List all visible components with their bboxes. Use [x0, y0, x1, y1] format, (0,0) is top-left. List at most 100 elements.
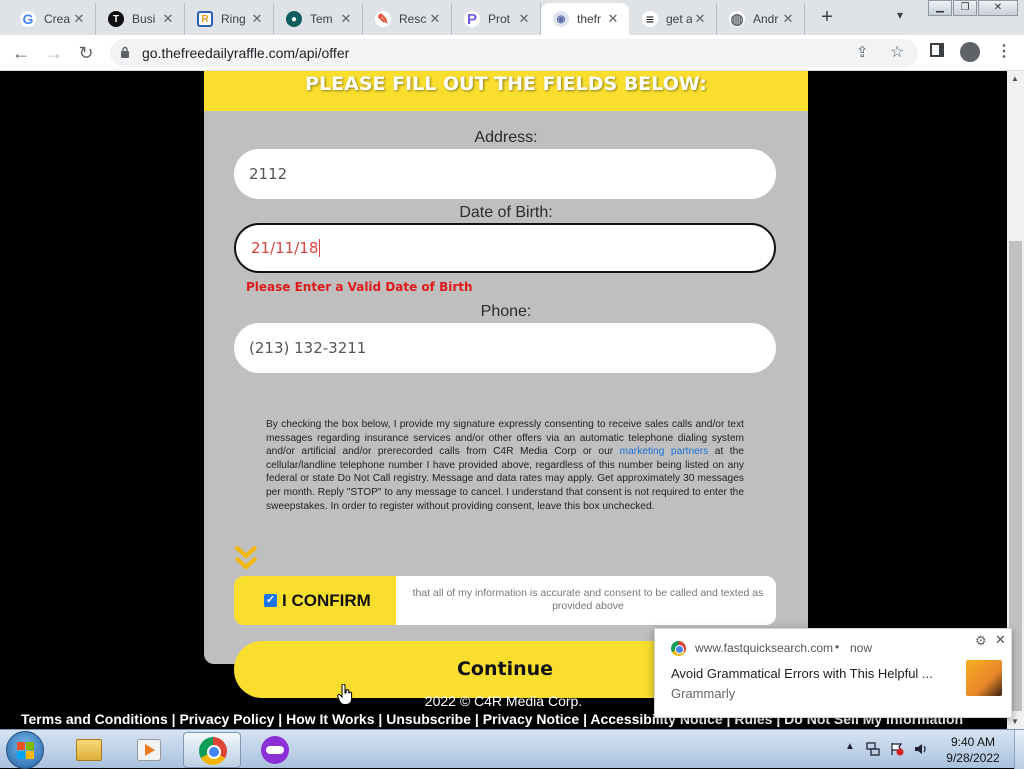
tab-title: Andr: [753, 12, 779, 26]
pen-icon: ✎: [375, 11, 391, 27]
tab-close-icon[interactable]: ✕: [780, 11, 796, 27]
start-button[interactable]: [6, 731, 44, 769]
phone-input[interactable]: (213) 132-3211: [234, 323, 776, 373]
tab-close-icon[interactable]: ✕: [605, 11, 621, 27]
confirm-checkbox-area[interactable]: ✓ I CONFIRM: [234, 576, 396, 625]
google-icon: G: [20, 11, 36, 27]
notification-thumbnail: [966, 660, 1002, 696]
tray-expand-icon[interactable]: ▲: [845, 741, 855, 752]
scroll-up-arrow-icon[interactable]: ▲: [1011, 74, 1019, 83]
consent-disclaimer: By checking the box below, I provide my …: [266, 418, 744, 513]
dob-input[interactable]: 21/11/18: [234, 223, 776, 273]
address-input[interactable]: 2112: [234, 149, 776, 199]
double-chevron-down-icon: [234, 545, 258, 570]
windows-taskbar: ▲ 9:40 AM 9/28/2022: [0, 729, 1024, 769]
address-label: Address:: [474, 129, 538, 146]
system-clock[interactable]: 9:40 AM 9/28/2022: [938, 734, 1008, 766]
restore-button[interactable]: ❐: [953, 0, 977, 16]
hand-cursor-icon: [337, 684, 353, 705]
folder-icon: [76, 739, 102, 761]
tab-close-icon[interactable]: ✕: [71, 11, 87, 27]
template-icon: ●: [286, 11, 302, 27]
tab-2[interactable]: R Ring ✕: [185, 3, 274, 35]
tab-0[interactable]: G Crea ✕: [8, 3, 96, 35]
speaker-icon[interactable]: [914, 742, 928, 756]
p-logo-icon: P: [464, 11, 480, 28]
t-logo-icon: T: [108, 11, 124, 27]
clock-time: 9:40 AM: [950, 735, 996, 749]
minimize-button[interactable]: ▁: [928, 0, 952, 16]
side-panel-icon[interactable]: [930, 43, 944, 57]
tab-close-icon[interactable]: ✕: [160, 11, 176, 27]
taskbar-explorer[interactable]: [60, 732, 118, 768]
form-panel: Address: 2112 Date of Birth: 21/11/18 Pl…: [204, 111, 808, 698]
form-header-title: PLEASE FILL OUT THE FIELDS BELOW:: [305, 73, 707, 95]
confirm-description: that all of my information is accurate a…: [412, 587, 764, 612]
clock-date: 9/28/2022: [946, 751, 1000, 765]
confirm-label[interactable]: I CONFIRM: [282, 591, 371, 611]
notification-time: now: [850, 641, 873, 655]
tab-title: Ring: [221, 12, 246, 26]
chrome-icon: [671, 641, 686, 656]
notification-title: Avoid Grammatical Errors with This Helpf…: [671, 666, 933, 681]
tab-5[interactable]: P Prot ✕: [452, 3, 541, 35]
form-header: PLEASE FILL OUT THE FIELDS BELOW:: [204, 71, 808, 111]
globe-icon: ◍: [729, 11, 745, 28]
notification-separator: •: [835, 640, 840, 654]
taskbar-vpn-app[interactable]: [246, 732, 304, 768]
back-button[interactable]: ←: [9, 41, 33, 65]
taskbar-media-player[interactable]: [120, 732, 178, 768]
network-icon[interactable]: [866, 742, 880, 756]
tab-6-active[interactable]: ◉ thefr ✕: [541, 3, 629, 35]
forward-button[interactable]: →: [42, 41, 66, 65]
raffle-site-icon: ◉: [553, 11, 569, 27]
reload-button[interactable]: ↻: [74, 41, 98, 65]
new-tab-button[interactable]: +: [816, 6, 838, 29]
address-value: 2112: [249, 165, 288, 183]
mask-app-icon: [261, 736, 289, 764]
bookmark-star-icon[interactable]: ☆: [890, 42, 904, 62]
tab-close-icon[interactable]: ✕: [692, 11, 708, 27]
share-icon[interactable]: ⇪: [856, 43, 869, 61]
tab-title: Crea: [44, 12, 71, 26]
dob-label: Date of Birth:: [459, 204, 553, 221]
tab-title: get a: [666, 12, 692, 26]
flag-alert-icon[interactable]: [890, 742, 904, 756]
profile-avatar-icon[interactable]: [960, 42, 980, 62]
kebab-menu-icon[interactable]: ⋮: [996, 41, 1012, 61]
confirm-checkbox[interactable]: ✓: [264, 594, 277, 607]
lock-icon[interactable]: [120, 46, 130, 58]
tab-close-icon[interactable]: ✕: [516, 11, 532, 27]
taskbar-chrome[interactable]: [183, 732, 241, 768]
browser-toolbar: ← → ↻ go.thefreedailyraffle.com/api/offe…: [0, 35, 1024, 71]
media-player-icon: [137, 739, 161, 761]
dob-value: 21/11/18: [251, 239, 319, 257]
e-logo-icon: ≡: [642, 11, 658, 27]
dob-error-message: Please Enter a Valid Date of Birth: [246, 280, 473, 294]
tab-title: Resc: [399, 12, 427, 26]
close-icon[interactable]: ✕: [995, 632, 1006, 648]
tab-1[interactable]: T Busi ✕: [96, 3, 185, 35]
url-text[interactable]: go.thefreedailyraffle.com/api/offer: [142, 45, 349, 61]
gear-icon[interactable]: ⚙: [975, 633, 987, 649]
address-bar[interactable]: go.thefreedailyraffle.com/api/offer ⇪ ☆: [110, 39, 918, 67]
tab-3[interactable]: ● Tem ✕: [274, 3, 363, 35]
chrome-notification[interactable]: www.fastquicksearch.com • now ⚙ ✕ Avoid …: [654, 628, 1012, 718]
show-desktop-button[interactable]: [1014, 730, 1024, 769]
tab-title: Tem: [310, 12, 333, 26]
text-caret: [319, 239, 321, 257]
close-window-button[interactable]: ✕: [978, 0, 1018, 16]
chevron-down-icon[interactable]: ▾: [897, 8, 903, 22]
scroll-down-arrow-icon[interactable]: ▼: [1011, 717, 1019, 726]
tab-close-icon[interactable]: ✕: [249, 11, 265, 27]
tab-title: Prot: [488, 12, 511, 26]
marketing-partners-link[interactable]: marketing partners: [620, 446, 709, 457]
tab-close-icon[interactable]: ✕: [427, 11, 443, 27]
phone-label: Phone:: [480, 303, 532, 320]
tab-7[interactable]: ≡ get a ✕: [630, 3, 717, 35]
tab-4[interactable]: ✎ Resc ✕: [363, 3, 452, 35]
tab-8[interactable]: ◍ Andr ✕: [717, 3, 805, 35]
tab-title: thefr: [577, 12, 602, 26]
notification-source: www.fastquicksearch.com: [695, 641, 834, 655]
tab-close-icon[interactable]: ✕: [338, 11, 354, 27]
